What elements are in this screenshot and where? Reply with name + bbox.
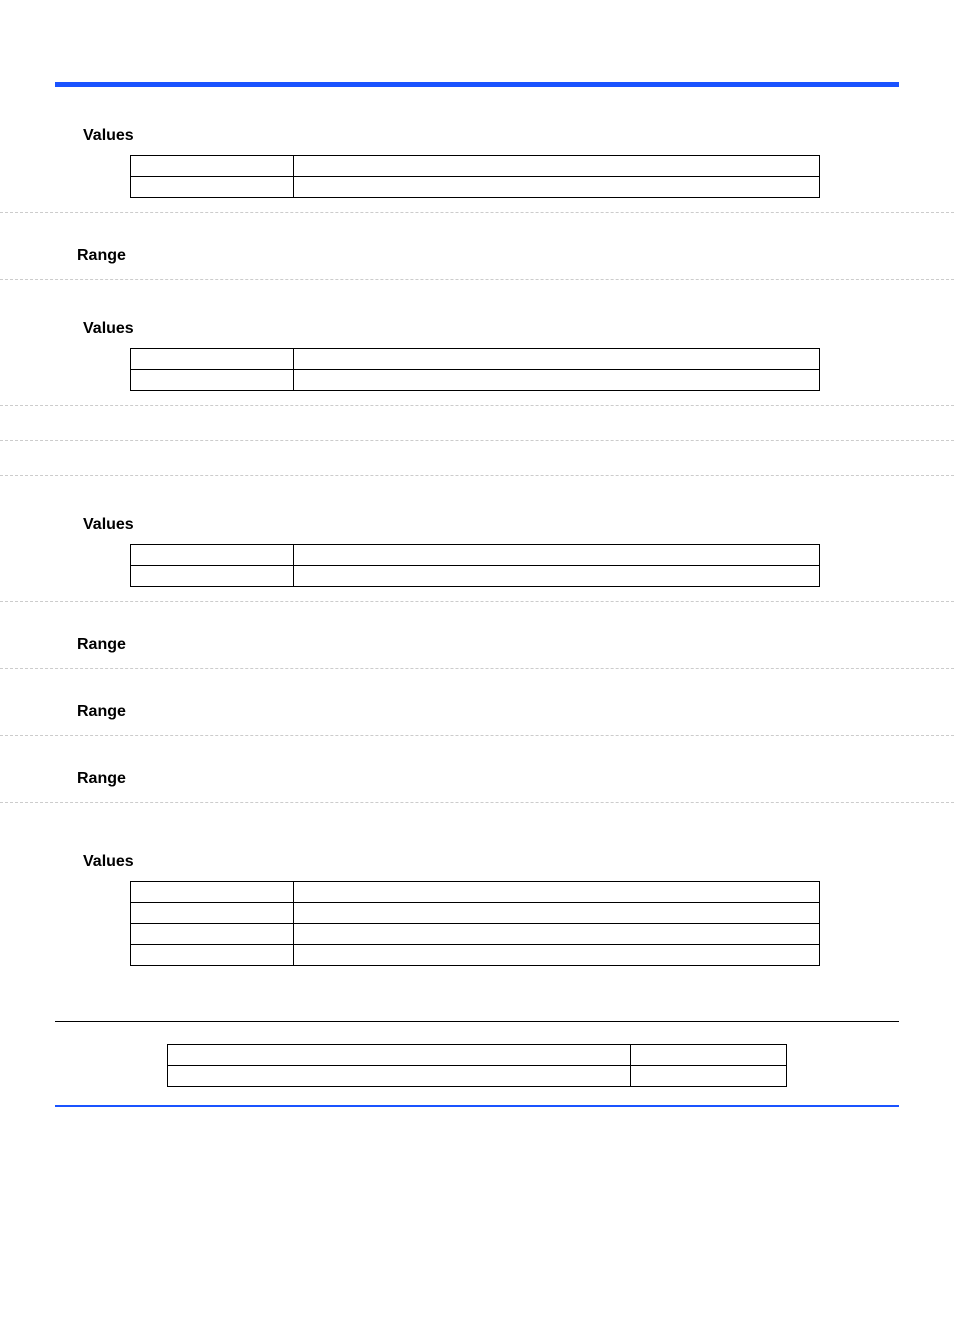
values-table [130, 544, 820, 587]
values-table [130, 155, 820, 198]
table-cell [294, 882, 820, 903]
section-label-values: Values [83, 320, 899, 338]
table-row [131, 545, 820, 566]
values-table [130, 348, 820, 391]
table-cell [131, 882, 294, 903]
table-cell [294, 924, 820, 945]
table-cell [294, 903, 820, 924]
table-cell [131, 566, 294, 587]
table-row [131, 177, 820, 198]
table-row [131, 903, 820, 924]
table-row [131, 924, 820, 945]
dashed-separator [0, 802, 954, 803]
table-cell [131, 924, 294, 945]
table-row [168, 1066, 787, 1087]
table-cell [294, 566, 820, 587]
table-cell [168, 1066, 631, 1087]
section-label-range: Range [77, 703, 899, 721]
table-cell [131, 903, 294, 924]
table-row [168, 1045, 787, 1066]
section-label-values: Values [83, 853, 899, 871]
solid-separator [55, 1021, 899, 1022]
dashed-separator [0, 475, 954, 476]
table-cell [294, 370, 820, 391]
section-label-values: Values [83, 516, 899, 534]
dashed-separator [0, 735, 954, 736]
table-cell [294, 156, 820, 177]
table-row [131, 370, 820, 391]
header-rule [55, 82, 899, 87]
footer-rule [55, 1105, 899, 1107]
table-cell [294, 545, 820, 566]
table-row [131, 882, 820, 903]
values-table [130, 881, 820, 966]
dashed-separator [0, 212, 954, 213]
section-label-range: Range [77, 247, 899, 265]
table-cell [631, 1066, 787, 1087]
table-cell [131, 349, 294, 370]
table-cell [131, 370, 294, 391]
section-label-values: Values [83, 127, 899, 145]
table-row [131, 156, 820, 177]
table-cell [131, 156, 294, 177]
table-row [131, 349, 820, 370]
dashed-separator [0, 668, 954, 669]
table-row [131, 945, 820, 966]
table-cell [131, 177, 294, 198]
table-cell [131, 945, 294, 966]
table-cell [168, 1045, 631, 1066]
table-cell [294, 177, 820, 198]
section-label-range: Range [77, 636, 899, 654]
table-row [131, 566, 820, 587]
table-cell [631, 1045, 787, 1066]
document-page: Values Range Values Values Range Range R… [0, 82, 954, 1317]
section-label-range: Range [77, 770, 899, 788]
dashed-separator [0, 279, 954, 280]
footer-table [167, 1044, 787, 1087]
table-cell [294, 349, 820, 370]
table-cell [131, 545, 294, 566]
table-cell [294, 945, 820, 966]
dashed-separator [0, 601, 954, 602]
